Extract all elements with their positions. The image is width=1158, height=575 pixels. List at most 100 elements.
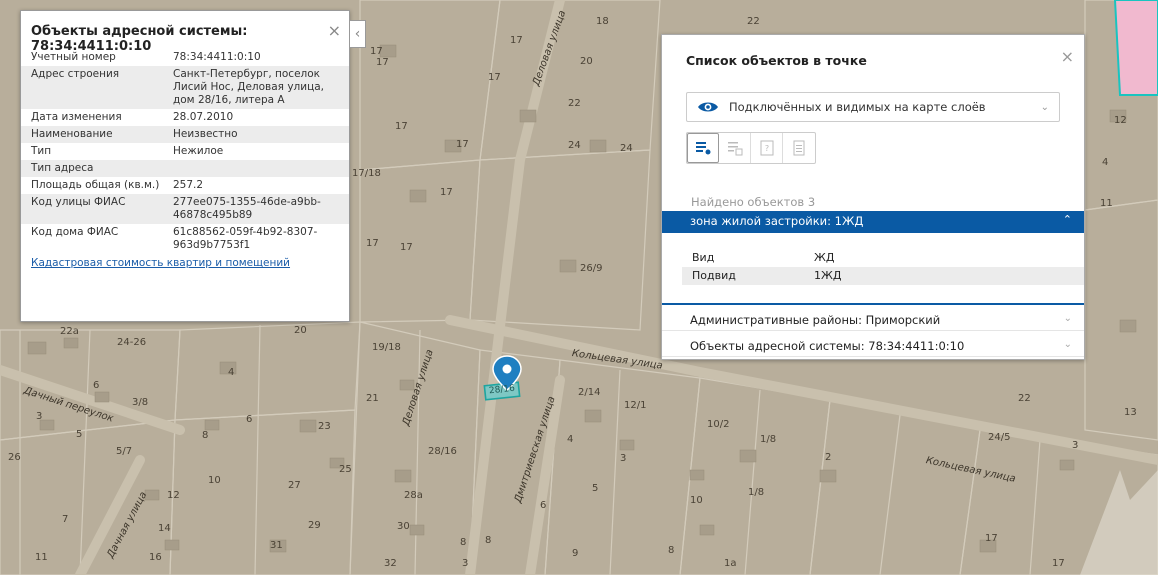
- attribute-value: Нежилое: [173, 145, 224, 157]
- chevron-down-icon: ⌄: [1063, 313, 1072, 324]
- house-number-label: 17: [440, 187, 453, 198]
- cadastral-value-link[interactable]: Кадастровая стоимость квартир и помещени…: [21, 254, 349, 272]
- info-view-button[interactable]: ?: [751, 133, 783, 163]
- detail-key: Вид: [692, 251, 715, 264]
- house-number-label: 10: [690, 495, 703, 506]
- house-number-label: 26: [8, 452, 21, 463]
- house-number-label: 14: [158, 523, 171, 534]
- section-address-objects[interactable]: Объекты адресной системы: 78:34:4411:0:1…: [662, 333, 1084, 357]
- house-number-label: 29: [308, 520, 321, 531]
- house-number-label: 19/18: [372, 342, 401, 353]
- house-number-label: 17: [488, 72, 501, 83]
- attribute-key: Тип: [31, 145, 52, 157]
- house-number-label: 11: [1100, 198, 1113, 209]
- panel-header: Список объектов в точке ×: [662, 35, 1084, 81]
- document-view-button[interactable]: [783, 133, 815, 163]
- chevron-up-icon: ⌃: [1062, 213, 1072, 226]
- house-number-label: 20: [580, 56, 593, 67]
- close-icon[interactable]: ×: [1061, 47, 1074, 66]
- attribute-row: Тип адреса: [21, 160, 349, 177]
- section-title: Административные районы: Приморский: [690, 313, 941, 327]
- view-mode-toolbar: ?: [686, 132, 816, 164]
- document-icon: [793, 140, 805, 156]
- house-number-label: 31: [270, 540, 283, 551]
- house-number-label: 17: [370, 46, 383, 57]
- house-number-label: 3: [462, 558, 469, 569]
- house-number-label: 6: [93, 380, 100, 391]
- svg-text:?: ?: [764, 144, 768, 153]
- house-number-label: 17: [366, 238, 379, 249]
- house-number-label: 12: [167, 490, 180, 501]
- layer-filter-select[interactable]: Подключённых и видимых на карте слоёв ⌄: [686, 92, 1060, 122]
- detail-value: ЖД: [814, 251, 835, 264]
- detail-key: Подвид: [692, 269, 736, 282]
- section-divider: [662, 303, 1084, 305]
- attribute-row: Площадь общая (кв.м.) 257.2: [21, 177, 349, 194]
- found-count: Найдено объектов 3: [691, 195, 816, 209]
- attribute-row: Код улицы ФИАС 277ee075-1355-46de-a9bb-46…: [21, 194, 349, 224]
- attribute-row: Адрес строения Санкт-Петербург, поселок Л…: [21, 66, 349, 109]
- house-number-label: 10: [208, 475, 221, 486]
- panel-title: Список объектов в точке: [686, 53, 867, 68]
- house-number-label: 21: [366, 393, 379, 404]
- attribute-value: 28.07.2010: [173, 111, 234, 123]
- house-number-label: 5: [76, 429, 83, 440]
- attribute-key: Тип адреса: [21, 160, 163, 177]
- house-number-label: 10/2: [707, 419, 730, 430]
- house-number-label: 30: [397, 521, 410, 532]
- house-number-label: 6: [246, 414, 253, 425]
- attribute-row: Код дома ФИАС 61c88562-059f-4b92-8307-963…: [21, 224, 349, 254]
- section-residential-zone[interactable]: зона жилой застройки: 1ЖД ⌃: [662, 211, 1084, 233]
- house-number-label: 17: [510, 35, 523, 46]
- house-number-label: 17: [1052, 558, 1065, 569]
- attribute-row: Дата изменения 28.07.2010: [21, 109, 349, 126]
- house-number-label: 24/5: [988, 432, 1011, 443]
- attribute-key: Код дома ФИАС: [31, 226, 119, 238]
- house-number-label: 28a: [404, 490, 423, 501]
- house-number-label: 5: [592, 483, 599, 494]
- house-number-label: 5/7: [116, 446, 133, 457]
- house-number-label: 3/8: [132, 397, 149, 408]
- house-number-label: 1a: [724, 558, 737, 569]
- attribute-key: Адрес строения: [21, 66, 163, 109]
- detail-value: 1ЖД: [814, 269, 842, 282]
- house-number-label: 25: [339, 464, 352, 475]
- house-number-label: 17: [376, 57, 389, 68]
- house-number-label: 17/18: [352, 168, 381, 179]
- attribute-row: Наименование Неизвестно: [21, 126, 349, 143]
- house-number-label: 16: [149, 552, 162, 563]
- house-number-label: 22a: [60, 326, 79, 337]
- close-icon[interactable]: ×: [328, 21, 341, 40]
- house-number-label: 2/14: [578, 387, 601, 398]
- house-number-label: 17: [456, 139, 469, 150]
- house-number-label: 8: [485, 535, 492, 546]
- house-number-label: 8: [460, 537, 467, 548]
- house-number-label: 4: [567, 434, 574, 445]
- house-number-label: 13: [1124, 407, 1137, 418]
- attribute-value: 78:34:4411:0:10: [173, 51, 261, 63]
- chevron-down-icon: ⌄: [1040, 101, 1049, 113]
- attribute-value: Санкт-Петербург, поселок Лисий Нос, Дело…: [163, 66, 349, 109]
- house-number-label: 32: [384, 558, 397, 569]
- house-number-label: 4: [228, 367, 235, 378]
- collapse-panel-button[interactable]: ‹: [350, 20, 366, 48]
- objects-at-point-panel: Список объектов в точке × Подключённых и…: [661, 34, 1085, 360]
- house-number-label: 8: [202, 430, 209, 441]
- attribute-value: 277ee075-1355-46de-a9bb-46878c495b89: [163, 194, 349, 224]
- table-view-button[interactable]: [719, 133, 751, 163]
- section-title: зона жилой застройки: 1ЖД: [690, 214, 864, 228]
- house-number-label: 26/9: [580, 263, 603, 274]
- attribute-key: Площадь общая (кв.м.): [31, 179, 160, 191]
- house-number-label: 1/8: [748, 487, 765, 498]
- house-number-label: 28/16: [428, 446, 457, 457]
- panel-header: Объекты адресной системы: 78:34:4411:0:1…: [21, 11, 349, 54]
- section-title: Объекты адресной системы: 78:34:4411:0:1…: [690, 339, 965, 353]
- house-number-label: 18: [596, 16, 609, 27]
- section-admin-districts[interactable]: Административные районы: Приморский ⌄: [662, 307, 1084, 331]
- house-number-label: 9: [572, 548, 579, 559]
- list-view-button[interactable]: [687, 133, 719, 163]
- attribute-key: Наименование: [21, 126, 163, 143]
- attribute-key: Дата изменения: [31, 111, 122, 123]
- house-number-label: 23: [318, 421, 331, 432]
- question-frame-icon: ?: [760, 140, 773, 156]
